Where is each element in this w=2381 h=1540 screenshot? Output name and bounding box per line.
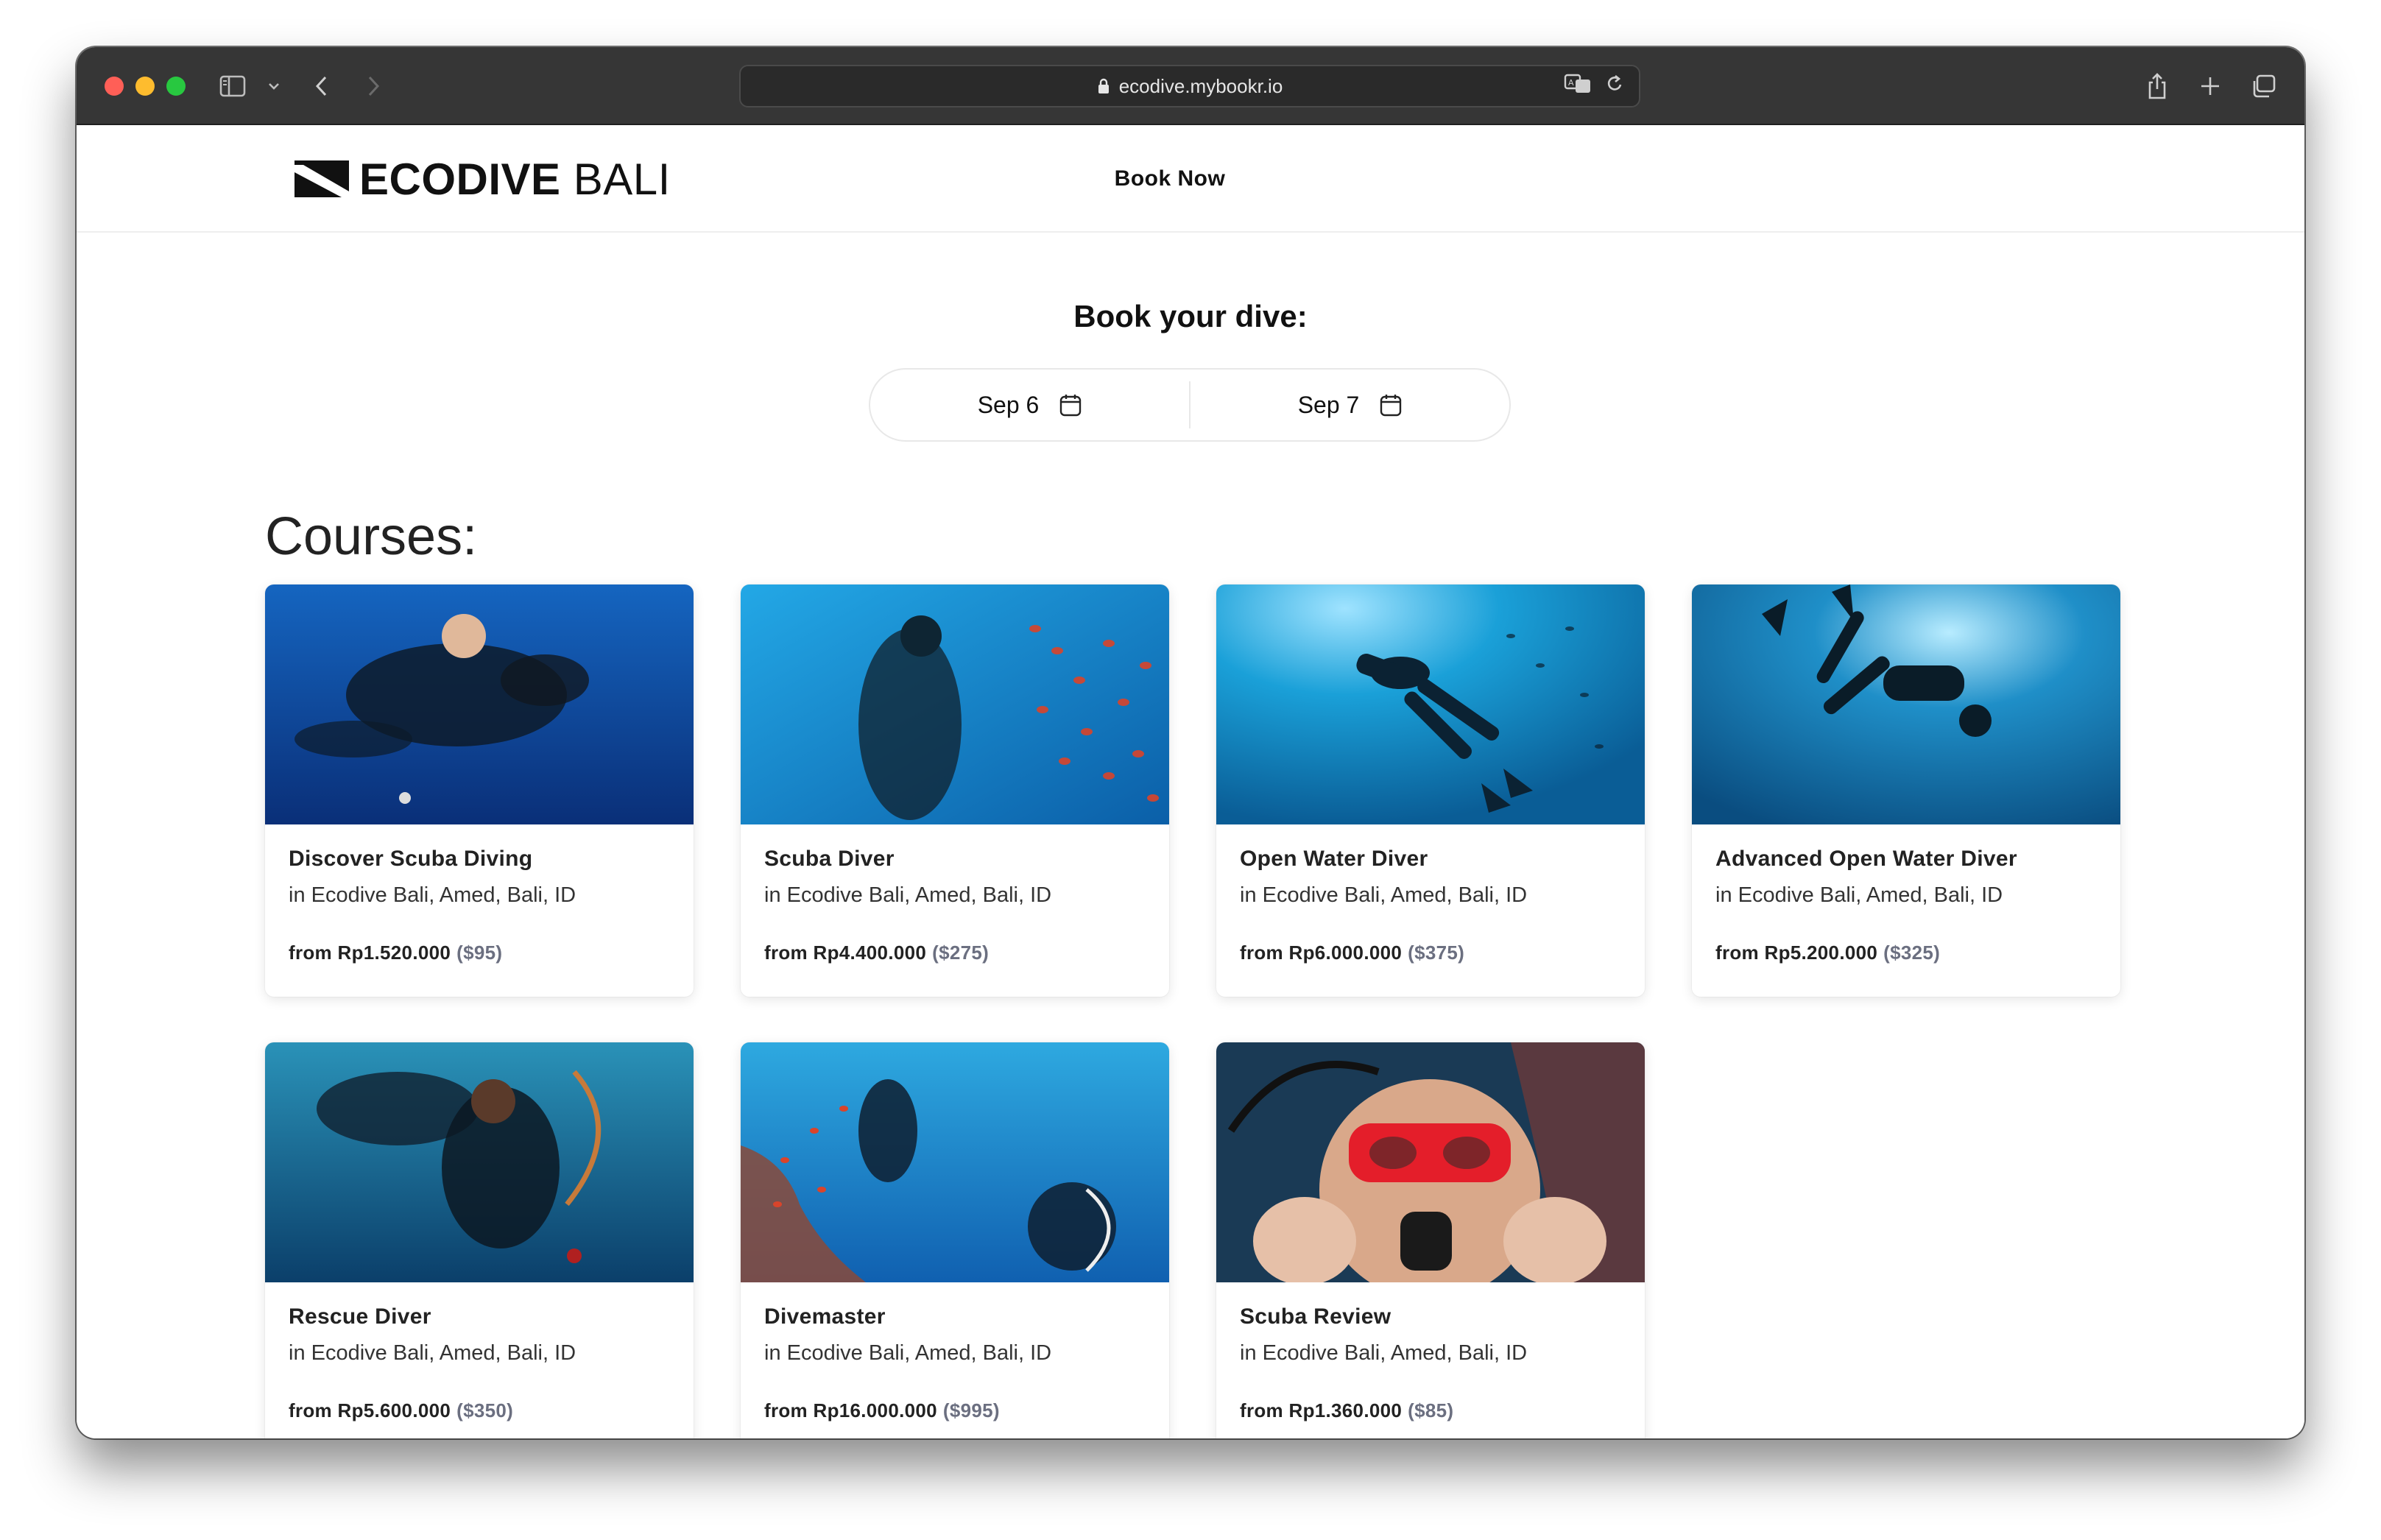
course-price: from Rp6.000.000 ($375) xyxy=(1240,942,1621,964)
course-title: Advanced Open Water Diver xyxy=(1715,847,2017,871)
price-usd: ($325) xyxy=(1883,942,1941,964)
close-window-button[interactable] xyxy=(105,77,124,96)
maximize-window-button[interactable] xyxy=(166,77,186,96)
course-image xyxy=(265,584,694,824)
price-usd: ($275) xyxy=(932,942,990,964)
course-image xyxy=(265,1042,694,1282)
dive-flag-icon xyxy=(294,160,349,197)
price-usd: ($375) xyxy=(1408,942,1465,964)
course-card[interactable]: Discover Scuba Diving in Ecodive Bali, A… xyxy=(265,584,694,997)
minimize-window-button[interactable] xyxy=(135,77,155,96)
book-now-link[interactable]: Book Now xyxy=(1096,160,1244,197)
course-title: Scuba Review xyxy=(1240,1304,1391,1329)
tab-overview-icon[interactable] xyxy=(2248,47,2278,125)
translate-icon[interactable]: A xyxy=(1564,73,1592,100)
start-date-field[interactable]: Sep 6 xyxy=(870,370,1189,440)
price-idr: from Rp5.600.000 xyxy=(289,1399,451,1421)
forward-arrow-icon[interactable] xyxy=(362,47,384,125)
price-idr: from Rp1.520.000 xyxy=(289,942,451,964)
browser-toolbar: ecodive.mybookr.io A xyxy=(77,47,2304,125)
ecodive-logo[interactable]: ECODIVE BALI xyxy=(294,154,671,204)
address-bar[interactable]: ecodive.mybookr.io A xyxy=(739,65,1640,107)
course-card[interactable]: Divemaster in Ecodive Bali, Amed, Bali, … xyxy=(741,1042,1169,1438)
svg-text:A: A xyxy=(1568,78,1574,88)
course-title: Discover Scuba Diving xyxy=(289,847,533,871)
date-range-picker: Sep 6 Sep 7 xyxy=(869,368,1511,442)
web-page: ECODIVE BALI Book Now Book your dive: Se… xyxy=(77,125,2304,1438)
course-image xyxy=(1216,584,1645,824)
price-usd: ($350) xyxy=(456,1399,514,1421)
start-date-text: Sep 6 xyxy=(977,391,1040,418)
price-idr: from Rp16.000.000 xyxy=(764,1399,937,1421)
course-price: from Rp5.600.000 ($350) xyxy=(289,1399,670,1422)
course-location: in Ecodive Bali, Amed, Bali, ID xyxy=(764,1341,1052,1365)
sidebar-toggle-icon[interactable] xyxy=(216,47,249,125)
course-card[interactable]: Scuba Review in Ecodive Bali, Amed, Bali… xyxy=(1216,1042,1645,1438)
course-image xyxy=(1692,584,2120,824)
course-card[interactable]: Advanced Open Water Diver in Ecodive Bal… xyxy=(1692,584,2120,997)
site-header: ECODIVE BALI Book Now xyxy=(77,125,2304,233)
calendar-icon xyxy=(1380,393,1402,417)
back-arrow-icon[interactable] xyxy=(311,47,333,125)
price-usd: ($95) xyxy=(456,942,503,964)
price-usd: ($85) xyxy=(1408,1399,1454,1421)
lock-icon xyxy=(1097,77,1110,95)
course-price: from Rp1.520.000 ($95) xyxy=(289,942,670,964)
course-image xyxy=(1216,1042,1645,1282)
course-image xyxy=(741,584,1169,824)
new-tab-icon[interactable] xyxy=(2195,47,2225,125)
course-title: Open Water Diver xyxy=(1240,847,1428,871)
course-location: in Ecodive Bali, Amed, Bali, ID xyxy=(289,1341,576,1365)
course-price: from Rp16.000.000 ($995) xyxy=(764,1399,1146,1422)
course-location: in Ecodive Bali, Amed, Bali, ID xyxy=(1240,1341,1528,1365)
course-title: Rescue Diver xyxy=(289,1304,431,1329)
chevron-down-icon[interactable] xyxy=(265,47,283,125)
url-text: ecodive.mybookr.io xyxy=(1118,74,1283,97)
end-date-text: Sep 7 xyxy=(1297,391,1360,418)
logo-text-light: BALI xyxy=(573,154,671,204)
course-price: from Rp4.400.000 ($275) xyxy=(764,942,1146,964)
course-location: in Ecodive Bali, Amed, Bali, ID xyxy=(764,883,1052,907)
courses-heading: Courses: xyxy=(265,507,478,566)
share-icon[interactable] xyxy=(2142,47,2172,125)
course-price: from Rp5.200.000 ($325) xyxy=(1715,942,2097,964)
price-idr: from Rp5.200.000 xyxy=(1715,942,1878,964)
browser-window: ecodive.mybookr.io A ECODIVE BALI Book N… xyxy=(77,47,2304,1438)
end-date-field[interactable]: Sep 7 xyxy=(1190,370,1509,440)
book-dive-heading: Book your dive: xyxy=(1073,299,1308,333)
course-title: Divemaster xyxy=(764,1304,886,1329)
course-card[interactable]: Rescue Diver in Ecodive Bali, Amed, Bali… xyxy=(265,1042,694,1438)
price-idr: from Rp6.000.000 xyxy=(1240,942,1403,964)
price-usd: ($995) xyxy=(942,1399,1000,1421)
course-location: in Ecodive Bali, Amed, Bali, ID xyxy=(1240,883,1528,907)
course-image xyxy=(741,1042,1169,1282)
course-card[interactable]: Open Water Diver in Ecodive Bali, Amed, … xyxy=(1216,584,1645,997)
course-location: in Ecodive Bali, Amed, Bali, ID xyxy=(1715,883,2003,907)
course-card[interactable]: Scuba Diver in Ecodive Bali, Amed, Bali,… xyxy=(741,584,1169,997)
price-idr: from Rp4.400.000 xyxy=(764,942,927,964)
course-location: in Ecodive Bali, Amed, Bali, ID xyxy=(289,883,576,907)
reload-icon[interactable] xyxy=(1605,74,1624,99)
course-title: Scuba Diver xyxy=(764,847,895,871)
price-idr: from Rp1.360.000 xyxy=(1240,1399,1403,1421)
course-price: from Rp1.360.000 ($85) xyxy=(1240,1399,1621,1422)
calendar-icon xyxy=(1059,393,1082,417)
logo-text-bold: ECODIVE xyxy=(359,154,561,204)
